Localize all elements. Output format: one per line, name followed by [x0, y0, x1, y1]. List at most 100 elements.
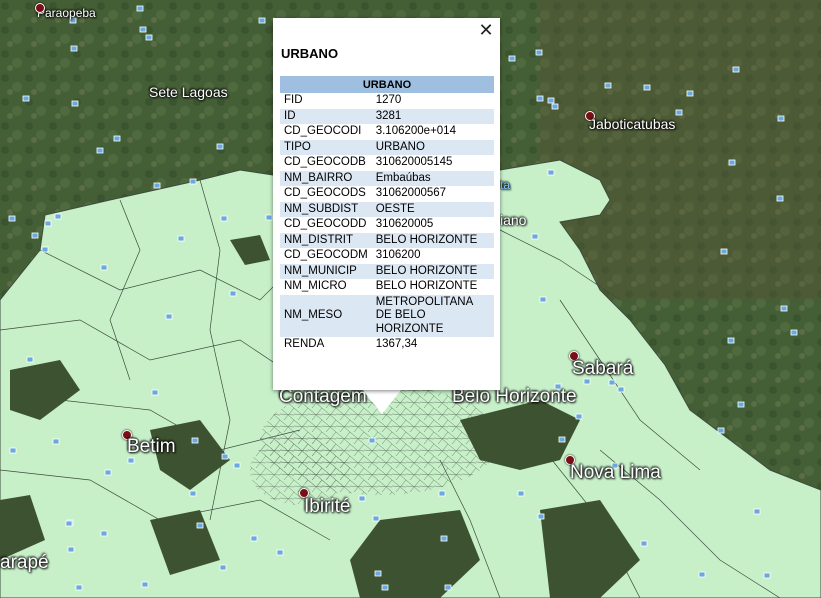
photo-marker-icon[interactable]	[368, 437, 376, 444]
photo-marker-icon[interactable]	[777, 115, 785, 122]
photo-marker-icon[interactable]	[732, 66, 740, 73]
attribute-value: METROPOLITANA DE BELO HORIZONTE	[371, 294, 494, 337]
table-row: CD_GEOCODI 3.106200e+014	[280, 124, 494, 140]
photo-marker-icon[interactable]	[189, 490, 197, 497]
photo-marker-icon[interactable]	[537, 513, 545, 520]
photo-marker-icon[interactable]	[220, 215, 228, 222]
photo-marker-icon[interactable]	[547, 169, 555, 176]
photo-marker-icon[interactable]	[551, 103, 559, 110]
photo-marker-icon[interactable]	[54, 213, 62, 220]
photo-marker-icon[interactable]	[776, 195, 784, 202]
photo-marker-icon[interactable]	[358, 495, 366, 502]
photo-marker-icon[interactable]	[374, 570, 382, 577]
photo-marker-icon[interactable]	[531, 233, 539, 240]
close-icon[interactable]: ✕	[477, 22, 495, 40]
photo-marker-icon[interactable]	[675, 109, 683, 116]
photo-marker-icon[interactable]	[258, 17, 266, 24]
photo-marker-icon[interactable]	[728, 159, 736, 166]
photo-marker-icon[interactable]	[104, 469, 112, 476]
photo-marker-icon[interactable]	[720, 248, 728, 255]
photo-marker-icon[interactable]	[191, 437, 199, 444]
photo-marker-icon[interactable]	[444, 584, 452, 591]
photo-marker-icon[interactable]	[139, 26, 147, 33]
photo-marker-icon[interactable]	[608, 379, 616, 386]
attribute-value: 3106200	[375, 249, 421, 261]
photo-marker-icon[interactable]	[151, 389, 159, 396]
photo-marker-icon[interactable]	[71, 100, 79, 107]
photo-marker-icon[interactable]	[790, 329, 798, 336]
photo-marker-icon[interactable]	[698, 571, 706, 578]
photo-marker-icon[interactable]	[22, 95, 30, 102]
photo-marker-icon[interactable]	[558, 436, 566, 443]
attribute-key: CD_GEOCODB	[284, 156, 366, 168]
attribute-key: CD_GEOCODM	[284, 249, 368, 261]
photo-marker-icon[interactable]	[31, 232, 39, 239]
attribute-key: NM_SUBDIST	[280, 201, 372, 217]
photo-marker-icon[interactable]	[536, 95, 544, 102]
photo-marker-icon[interactable]	[780, 305, 788, 312]
photo-marker-icon[interactable]	[100, 530, 108, 537]
photo-marker-icon[interactable]	[145, 34, 153, 41]
photo-marker-icon[interactable]	[196, 522, 204, 529]
attribute-value: 1270	[375, 94, 402, 106]
photo-marker-icon[interactable]	[153, 182, 161, 189]
photo-marker-icon[interactable]	[617, 386, 625, 393]
photo-marker-icon[interactable]	[265, 214, 273, 221]
photo-marker-icon[interactable]	[547, 97, 555, 104]
photo-marker-icon[interactable]	[127, 457, 135, 464]
photo-marker-icon[interactable]	[9, 447, 17, 454]
photo-marker-icon[interactable]	[643, 84, 651, 91]
photo-marker-icon[interactable]	[640, 540, 648, 547]
photo-marker-icon[interactable]	[276, 549, 284, 556]
photo-marker-icon[interactable]	[717, 427, 725, 434]
photo-marker-icon[interactable]	[221, 453, 229, 460]
place-pin-icon[interactable]	[35, 3, 45, 13]
photo-marker-icon[interactable]	[539, 296, 547, 303]
photo-marker-icon[interactable]	[753, 508, 761, 515]
attribute-value: OESTE	[371, 201, 494, 217]
photo-marker-icon[interactable]	[763, 572, 771, 579]
photo-marker-icon[interactable]	[250, 535, 258, 542]
photo-marker-icon[interactable]	[165, 313, 173, 320]
photo-marker-icon[interactable]	[438, 490, 446, 497]
photo-marker-icon[interactable]	[233, 462, 241, 469]
table-row: NM_MUNICIP BELO HORIZONTE	[280, 263, 494, 279]
photo-marker-icon[interactable]	[100, 264, 108, 271]
photo-marker-icon[interactable]	[440, 535, 448, 542]
photo-marker-icon[interactable]	[8, 215, 16, 222]
photo-marker-icon[interactable]	[96, 147, 104, 154]
place-label-nova-lima: Nova Lima	[570, 462, 661, 483]
place-label-partial: iano	[500, 212, 527, 228]
photo-marker-icon[interactable]	[517, 490, 525, 497]
photo-marker-icon[interactable]	[44, 220, 52, 227]
table-row: NM_MESO METROPOLITANA DE BELO HORIZONTE	[280, 294, 494, 337]
photo-marker-icon[interactable]	[737, 401, 745, 408]
photo-marker-icon[interactable]	[136, 5, 144, 12]
photo-marker-icon[interactable]	[508, 55, 516, 62]
popup-tail	[362, 389, 402, 414]
photo-marker-icon[interactable]	[216, 143, 224, 150]
photo-marker-icon[interactable]	[219, 564, 227, 571]
photo-marker-icon[interactable]	[229, 290, 237, 297]
photo-marker-icon[interactable]	[75, 584, 83, 591]
photo-marker-icon[interactable]	[604, 82, 612, 89]
photo-marker-icon[interactable]	[372, 515, 380, 522]
attribute-key: NM_MESO	[280, 294, 372, 337]
photo-marker-icon[interactable]	[141, 581, 149, 588]
photo-marker-icon[interactable]	[113, 135, 121, 142]
photo-marker-icon[interactable]	[26, 356, 34, 363]
photo-marker-icon[interactable]	[189, 178, 197, 185]
photo-marker-icon[interactable]	[52, 438, 60, 445]
attribute-value: BELO HORIZONTE	[375, 280, 478, 292]
photo-marker-icon[interactable]	[177, 235, 185, 242]
attribute-value: 310620005	[375, 218, 434, 230]
photo-marker-icon[interactable]	[70, 45, 78, 52]
photo-marker-icon[interactable]	[535, 49, 543, 56]
photo-marker-icon[interactable]	[41, 246, 49, 253]
photo-marker-icon[interactable]	[727, 337, 735, 344]
photo-marker-icon[interactable]	[686, 90, 694, 97]
photo-marker-icon[interactable]	[575, 413, 583, 420]
photo-marker-icon[interactable]	[67, 546, 75, 553]
photo-marker-icon[interactable]	[381, 584, 389, 591]
photo-marker-icon[interactable]	[65, 520, 73, 527]
